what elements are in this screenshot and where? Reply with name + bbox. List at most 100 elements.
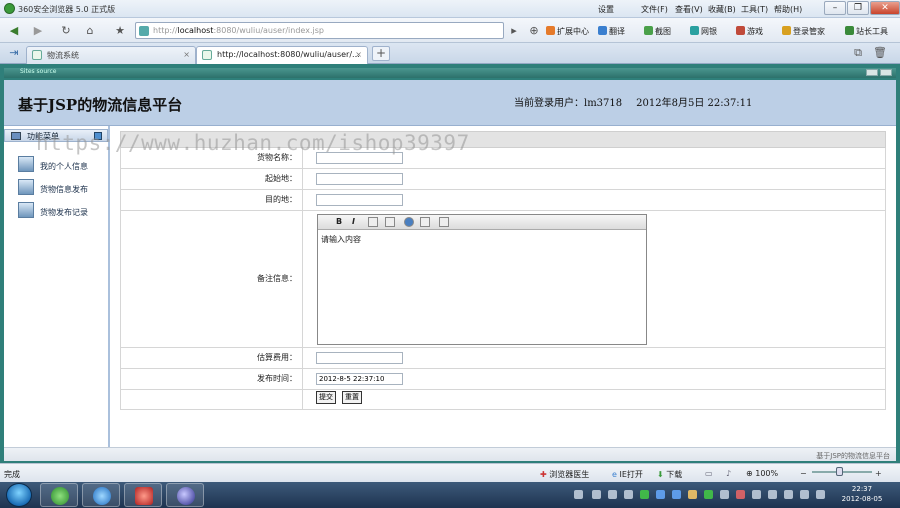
field-label: 起始地： bbox=[121, 169, 303, 189]
taskbar-clock[interactable]: 22:37 2012-08-05 bbox=[836, 484, 888, 504]
toolbar-login-manager[interactable]: 登录管家 bbox=[782, 26, 825, 37]
window-title: 360安全浏览器 5.0 正式版 bbox=[18, 5, 116, 14]
cost-input[interactable] bbox=[316, 352, 403, 364]
site-title: 基于JSP的物流信息平台 bbox=[18, 96, 183, 114]
tray-icon[interactable] bbox=[672, 490, 681, 499]
menu-help[interactable]: 帮助(H) bbox=[774, 4, 802, 15]
menu-tools[interactable]: 工具(T) bbox=[741, 4, 768, 15]
volume-icon[interactable] bbox=[816, 490, 825, 499]
menu-favorites[interactable]: 收藏(B) bbox=[708, 4, 736, 15]
bold-button[interactable]: B bbox=[336, 217, 342, 226]
ie-open-button[interactable]: e IE打开 bbox=[612, 469, 643, 480]
form-row-actions: 提交 重置 bbox=[120, 390, 886, 410]
zoom-in-icon[interactable]: + bbox=[875, 469, 882, 478]
tray-icon[interactable] bbox=[608, 490, 617, 499]
sidebar-item-label: 货物信息发布 bbox=[40, 185, 88, 194]
new-tab-button[interactable]: + bbox=[372, 46, 390, 61]
close-window-button[interactable]: ✕ bbox=[870, 1, 900, 15]
tray-icon[interactable] bbox=[624, 490, 633, 499]
field-label: 目的地： bbox=[121, 190, 303, 210]
menu-view[interactable]: 查看(V) bbox=[675, 4, 703, 15]
toolbar-translate[interactable]: 翻译 bbox=[598, 26, 625, 37]
taskbar-ie[interactable] bbox=[82, 483, 120, 507]
forward-arrow-icon[interactable]: ▶ bbox=[28, 22, 48, 39]
tab-localhost[interactable]: http://localhost:8080/wuliu/auser/... × bbox=[196, 46, 368, 64]
italic-button[interactable]: I bbox=[352, 217, 355, 226]
tab-label: http://localhost:8080/wuliu/auser/... bbox=[217, 50, 360, 59]
toolbar-ebank[interactable]: 网银 bbox=[690, 26, 717, 37]
tab-close-icon[interactable]: × bbox=[355, 50, 362, 59]
network-icon[interactable] bbox=[800, 490, 809, 499]
eclipse-icon bbox=[177, 487, 195, 505]
form-row-destination: 目的地： bbox=[120, 190, 886, 211]
tray-icon[interactable] bbox=[784, 490, 793, 499]
taskbar-eclipse[interactable] bbox=[166, 483, 204, 507]
tab-close-icon[interactable]: × bbox=[183, 50, 190, 59]
tray-icon[interactable] bbox=[656, 490, 665, 499]
page-footer: 基于JSP的物流信息平台 bbox=[4, 447, 896, 461]
taskbar-360-browser[interactable] bbox=[40, 483, 78, 507]
ordered-list-icon[interactable] bbox=[368, 217, 378, 227]
menu-file[interactable]: 文件(F) bbox=[641, 4, 668, 15]
editor-content[interactable]: 请输入内容 bbox=[321, 234, 361, 245]
frame-close-icon[interactable] bbox=[880, 69, 892, 76]
rich-text-editor[interactable]: B I 请输入内容 bbox=[317, 214, 647, 345]
origin-input[interactable] bbox=[316, 173, 403, 185]
tray-icon[interactable] bbox=[768, 490, 777, 499]
link-icon[interactable] bbox=[404, 217, 414, 227]
tab-bar: ⇥ 物流系统 × http://localhost:8080/wuliu/aus… bbox=[0, 43, 900, 64]
trash-icon[interactable]: 🗑 bbox=[870, 44, 890, 61]
unordered-list-icon[interactable] bbox=[385, 217, 395, 227]
publish-time-input[interactable] bbox=[316, 373, 403, 385]
reset-button[interactable]: 重置 bbox=[342, 391, 362, 404]
sidebar-item-publish[interactable]: 货物信息发布 bbox=[18, 179, 108, 197]
tab-list-icon[interactable]: ⧉ bbox=[848, 44, 868, 61]
restore-button[interactable]: ❐ bbox=[847, 1, 869, 15]
zoom-out-icon[interactable]: − bbox=[800, 469, 807, 478]
toolbar-webmaster[interactable]: 站长工具 bbox=[845, 26, 888, 37]
profile-icon bbox=[18, 156, 34, 172]
tab-wuliu-system[interactable]: 物流系统 × bbox=[26, 46, 196, 64]
browser-doctor-button[interactable]: ✚ 浏览器医生 bbox=[540, 469, 589, 480]
sidebar-item-profile[interactable]: 我的个人信息 bbox=[18, 156, 108, 174]
games-icon bbox=[736, 26, 745, 35]
sound-icon[interactable]: ♪ bbox=[726, 469, 731, 478]
destination-input[interactable] bbox=[316, 194, 403, 206]
image-icon[interactable] bbox=[420, 217, 430, 227]
home-icon[interactable]: ⌂ bbox=[80, 22, 100, 39]
sidebar-item-label: 我的个人信息 bbox=[40, 162, 88, 171]
sidebar-item-records[interactable]: 货物发布记录 bbox=[18, 202, 108, 220]
favorite-star-icon[interactable]: ★ bbox=[110, 22, 130, 39]
footer-text: 基于JSP的物流信息平台 bbox=[816, 452, 890, 460]
start-button-icon[interactable] bbox=[6, 483, 32, 507]
address-bar[interactable]: http://localhost:8080/wuliu/auser/index.… bbox=[135, 22, 504, 39]
tray-icon[interactable] bbox=[592, 490, 601, 499]
tray-icon[interactable] bbox=[688, 490, 697, 499]
security-icon[interactable]: ⊕ bbox=[524, 22, 544, 39]
refresh-icon[interactable]: ↻ bbox=[56, 22, 76, 39]
display-icon[interactable]: ▭ bbox=[705, 469, 713, 478]
help-icon[interactable] bbox=[439, 217, 449, 227]
tray-icon[interactable] bbox=[736, 490, 745, 499]
tab-label: 物流系统 bbox=[47, 51, 79, 60]
tray-icon[interactable] bbox=[640, 490, 649, 499]
field-label: 估算费用： bbox=[121, 348, 303, 368]
toolbar-screenshot[interactable]: 截图 bbox=[644, 26, 671, 37]
back-arrow-icon[interactable]: ◀ bbox=[4, 22, 24, 39]
taskbar-app[interactable] bbox=[124, 483, 162, 507]
zoom-slider-handle[interactable] bbox=[836, 467, 843, 476]
minimize-button[interactable]: – bbox=[824, 1, 846, 15]
tray-icon[interactable] bbox=[752, 490, 761, 499]
go-arrow-icon[interactable]: ▸ bbox=[504, 22, 524, 39]
download-button[interactable]: ⬇ 下载 bbox=[657, 469, 682, 480]
zoom-level[interactable]: ⊕ 100% bbox=[746, 469, 778, 478]
frame-minimize-icon[interactable] bbox=[866, 69, 878, 76]
tray-icon[interactable] bbox=[720, 490, 729, 499]
tray-keyboard-icon[interactable] bbox=[574, 490, 583, 499]
toolbar-games[interactable]: 游戏 bbox=[736, 26, 763, 37]
sidebar-toggle-icon[interactable]: ⇥ bbox=[4, 44, 24, 61]
toolbar-extensions[interactable]: 扩展中心 bbox=[546, 26, 589, 37]
menu-settings[interactable]: 设置 bbox=[598, 4, 614, 15]
tray-icon[interactable] bbox=[704, 490, 713, 499]
submit-button[interactable]: 提交 bbox=[316, 391, 336, 404]
